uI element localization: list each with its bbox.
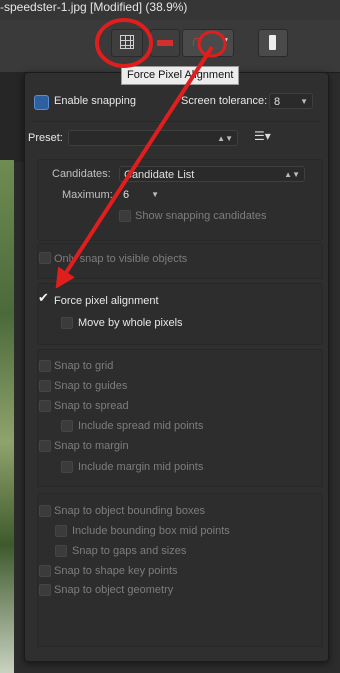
bbox-mid-checkbox[interactable] bbox=[55, 525, 67, 537]
object-geometry-checkbox[interactable] bbox=[39, 584, 51, 596]
maximum-select[interactable]: 6 ▼ bbox=[119, 187, 163, 203]
preset-select[interactable]: ▲▼ bbox=[68, 130, 238, 146]
maximum-value: 6 bbox=[123, 189, 130, 201]
gaps-sizes-checkbox[interactable] bbox=[55, 545, 67, 557]
move-whole-pixels-checkbox[interactable] bbox=[61, 317, 73, 329]
snap-line-button[interactable] bbox=[150, 29, 180, 57]
show-candidates-checkbox[interactable] bbox=[119, 210, 131, 222]
snap-margin-label: Snap to margin bbox=[54, 440, 129, 452]
screen-tolerance-value: 8 bbox=[274, 96, 281, 108]
snap-bbox-checkbox[interactable] bbox=[39, 505, 51, 517]
enable-snapping-label: Enable snapping bbox=[54, 95, 136, 107]
move-whole-pixels-label: Move by whole pixels bbox=[78, 317, 183, 329]
margin-mid-checkbox[interactable] bbox=[61, 461, 73, 473]
preset-label: Preset: bbox=[28, 132, 63, 144]
show-candidates-label: Show snapping candidates bbox=[135, 210, 267, 222]
snap-grid-checkbox[interactable] bbox=[39, 360, 51, 372]
shape-key-points-checkbox[interactable] bbox=[39, 565, 51, 577]
pixel-section bbox=[37, 283, 323, 345]
pixel-grid-icon bbox=[120, 35, 134, 49]
spread-mid-label: Include spread mid points bbox=[78, 420, 204, 432]
magnet-icon: ∩ bbox=[191, 33, 203, 50]
gaps-sizes-label: Snap to gaps and sizes bbox=[72, 545, 187, 557]
snap-guides-label: Snap to guides bbox=[54, 380, 128, 392]
canvas-edge bbox=[0, 72, 24, 162]
stepper-icon: ▲▼ bbox=[217, 134, 233, 143]
snap-spread-checkbox[interactable] bbox=[39, 400, 51, 412]
snap-line-icon bbox=[157, 40, 173, 46]
candidates-select[interactable]: Candidate List ▲▼ bbox=[119, 166, 305, 182]
snap-bbox-label: Snap to object bounding boxes bbox=[54, 505, 206, 517]
margin-mid-label: Include margin mid points bbox=[78, 461, 204, 473]
chevron-down-icon: ▼ bbox=[300, 97, 308, 106]
bbox-mid-label: Include bounding box mid points bbox=[72, 525, 230, 537]
only-visible-label: Only snap to visible objects bbox=[54, 253, 188, 265]
candidates-value: Candidate List bbox=[124, 169, 195, 181]
force-pixel-label: Force pixel alignment bbox=[54, 295, 159, 307]
snap-guides-checkbox[interactable] bbox=[39, 380, 51, 392]
preset-menu-icon[interactable]: ☰▾ bbox=[254, 129, 271, 143]
object-geometry-label: Snap to object geometry bbox=[54, 584, 174, 596]
chevron-down-icon[interactable]: ▼ bbox=[220, 36, 230, 47]
snap-grid-label: Snap to grid bbox=[54, 360, 114, 372]
maximum-label: Maximum: bbox=[62, 189, 113, 201]
divider bbox=[31, 121, 321, 122]
tooltip: Force Pixel Alignment bbox=[121, 66, 240, 85]
screen-tolerance-label: Screen tolerance: bbox=[181, 95, 268, 107]
shape-key-points-label: Snap to shape key points bbox=[54, 565, 178, 577]
chevron-down-icon: ▼ bbox=[151, 190, 159, 199]
snap-margin-checkbox[interactable] bbox=[39, 440, 51, 452]
pixel-grid-button[interactable] bbox=[111, 29, 143, 57]
enable-snapping-checkbox[interactable] bbox=[34, 95, 49, 110]
stroke-button[interactable] bbox=[258, 29, 288, 57]
stepper-icon: ▲▼ bbox=[284, 170, 300, 179]
candidates-label: Candidates: bbox=[52, 168, 111, 180]
snapping-manager-popover: Enable snapping Screen tolerance: 8 ▼ Pr… bbox=[24, 72, 329, 662]
window-title: -speedster-1.jpg [Modified] (38.9%) bbox=[0, 0, 188, 14]
window-titlebar: -speedster-1.jpg [Modified] (38.9%) bbox=[0, 0, 340, 20]
snap-spread-label: Snap to spread bbox=[54, 400, 129, 412]
stroke-icon bbox=[269, 35, 276, 50]
screen-tolerance-select[interactable]: 8 ▼ bbox=[269, 93, 313, 109]
snapping-button[interactable]: ∩ ▼ bbox=[182, 29, 234, 57]
only-visible-checkbox[interactable] bbox=[39, 252, 51, 264]
canvas-photo bbox=[0, 160, 14, 673]
force-pixel-checkbox[interactable] bbox=[38, 290, 49, 306]
spread-mid-checkbox[interactable] bbox=[61, 420, 73, 432]
